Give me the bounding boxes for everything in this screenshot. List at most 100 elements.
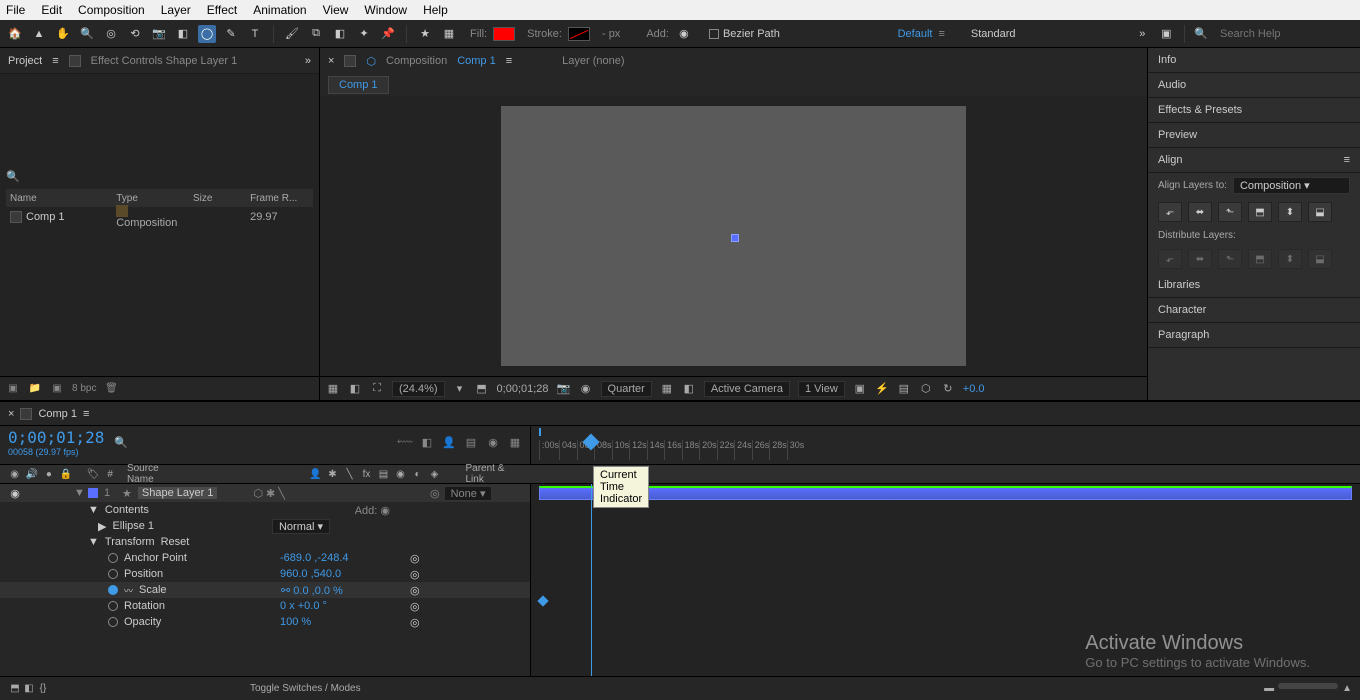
position-property[interactable]: Position 960.0 ,540.0 ◎ <box>0 566 530 582</box>
current-time-indicator[interactable] <box>591 484 592 676</box>
rotation-tool-icon[interactable]: ⟲ <box>126 25 144 43</box>
graph-icon[interactable]: 〰 <box>124 584 133 597</box>
menu-view[interactable]: View <box>323 3 349 17</box>
work-area-bar[interactable] <box>539 428 541 436</box>
toggle-switches-icon[interactable]: ⬒ <box>8 682 22 696</box>
align-top-icon[interactable]: ⬒ <box>1248 202 1272 222</box>
stopwatch-icon[interactable] <box>108 569 118 579</box>
zoom-tool-icon[interactable]: 🔍 <box>78 25 96 43</box>
expand-icon[interactable]: ◧ <box>22 682 36 696</box>
workspace-standard[interactable]: Standard <box>971 28 1016 40</box>
stroke-width[interactable]: - px <box>602 28 620 40</box>
search-help-input[interactable] <box>1214 26 1354 42</box>
new-comp-icon[interactable]: ▣ <box>50 382 64 396</box>
align-panel-header[interactable]: Align≡ <box>1148 148 1360 173</box>
3d-view-icon[interactable]: ◧ <box>682 382 696 396</box>
3d-switch-icon[interactable]: ◈ <box>427 467 441 481</box>
speaker-column-icon[interactable]: 🔊 <box>25 467 38 481</box>
layer-row[interactable]: ◉ ▼ 1 ★ Shape Layer 1 ⬡✱╲ ◎ None ▾ <box>0 484 530 502</box>
bezier-checkbox[interactable]: Bezier Path <box>709 28 780 40</box>
keyframe-diamond[interactable] <box>537 595 548 606</box>
eye-icon[interactable]: ◉ <box>8 486 22 500</box>
interpret-footage-icon[interactable]: ▣ <box>6 382 20 396</box>
parent-column[interactable]: Parent & Link <box>465 463 522 485</box>
camera-tool-icon[interactable]: 📷 <box>150 25 168 43</box>
fx-switch-icon[interactable]: fx <box>359 467 373 481</box>
bpc-label[interactable]: 8 bpc <box>72 383 96 394</box>
scale-property[interactable]: ◀◆▶ 〰 Scale ⚯ 0.0 ,0.0 % ◎ <box>0 582 530 598</box>
pickwhip-icon[interactable]: ◎ <box>430 487 440 500</box>
clone-stamp-tool-icon[interactable]: ⧉ <box>307 25 325 43</box>
layer-name[interactable]: Shape Layer 1 <box>138 487 218 499</box>
snapshot-icon[interactable]: 📷 <box>557 382 571 396</box>
transparency-grid-icon[interactable]: ▦ <box>660 382 674 396</box>
expression-pickwhip-icon[interactable]: ◎ <box>410 568 420 581</box>
composition-tab-name[interactable]: Comp 1 <box>457 55 496 67</box>
lock-column-icon[interactable]: 🔒 <box>60 467 73 481</box>
camera-dropdown[interactable]: Active Camera <box>704 381 790 397</box>
panel-menu-icon[interactable]: ≡ <box>83 408 89 420</box>
trash-icon[interactable]: 🗑 <box>104 382 118 396</box>
menu-composition[interactable]: Composition <box>78 3 145 17</box>
comp-breadcrumb[interactable]: Comp 1 <box>328 76 389 94</box>
shape-tool-icon[interactable]: ◯ <box>198 25 216 43</box>
menu-edit[interactable]: Edit <box>41 3 62 17</box>
quality-switch-icon[interactable]: ╲ <box>342 467 356 481</box>
solo-column-icon[interactable]: ● <box>42 467 55 481</box>
motion-blur-icon[interactable]: ◉ <box>486 436 500 450</box>
timeline-ruler[interactable]: :00s 04s 06s 08s 10s 12s 14s 16s 18s 20s… <box>530 426 531 464</box>
col-type[interactable]: Type <box>116 193 185 204</box>
audio-panel[interactable]: Audio <box>1148 73 1360 98</box>
parent-dropdown[interactable]: None ▾ <box>444 486 493 501</box>
stopwatch-icon[interactable] <box>108 553 118 563</box>
toggle-mask-icon[interactable]: ◧ <box>348 382 362 396</box>
panel-menu-icon[interactable]: ≡ <box>1344 154 1350 166</box>
col-name[interactable]: Name <box>10 193 108 204</box>
view-layout-dropdown[interactable]: 1 View <box>798 381 845 397</box>
preview-panel[interactable]: Preview <box>1148 123 1360 148</box>
stopwatch-icon[interactable] <box>108 617 118 627</box>
libraries-panel[interactable]: Libraries <box>1148 273 1360 298</box>
twirl-down-icon[interactable]: ▼ <box>74 487 82 499</box>
toggle-switches-modes[interactable]: Toggle Switches / Modes <box>250 683 361 694</box>
menu-effect[interactable]: Effect <box>207 3 237 17</box>
expression-pickwhip-icon[interactable]: ◎ <box>410 600 420 613</box>
collapse-switch-icon[interactable]: ✱ <box>325 467 339 481</box>
opacity-property[interactable]: Opacity 100 % ◎ <box>0 614 530 630</box>
fast-preview-icon[interactable]: ⬒ <box>475 382 489 396</box>
panel-menu-icon[interactable]: ≡ <box>506 55 512 67</box>
composition-canvas[interactable] <box>501 106 966 366</box>
workspace-default[interactable]: Default <box>898 28 933 40</box>
zoom-level[interactable]: (24.4%) <box>392 381 445 397</box>
adjustment-switch-icon[interactable]: ◐ <box>410 467 424 481</box>
grid-overlay-icon[interactable]: ▦ <box>326 382 340 396</box>
panel-overflow-icon[interactable]: » <box>305 55 311 67</box>
contents-group[interactable]: ▼ Contents Add: ◉ <box>0 502 530 518</box>
resolution-dropdown[interactable]: Quarter <box>601 381 652 397</box>
frame-blend-icon[interactable]: ▤ <box>464 436 478 450</box>
expression-pickwhip-icon[interactable]: ◎ <box>410 552 420 565</box>
zoom-in-icon[interactable]: ▲ <box>1342 683 1352 694</box>
panel-toggle-icon[interactable]: ▣ <box>1157 25 1175 43</box>
anchor-point-property[interactable]: Anchor Point -689.0 ,-248.4 ◎ <box>0 550 530 566</box>
align-right-icon[interactable]: ⬑ <box>1218 202 1242 222</box>
comp-mini-flowchart-icon[interactable]: ⬳ <box>398 436 412 450</box>
menu-layer[interactable]: Layer <box>161 3 191 17</box>
flowchart-icon[interactable]: ⬡ <box>366 55 376 68</box>
menu-animation[interactable]: Animation <box>253 3 306 17</box>
ellipse-group[interactable]: ▶ Ellipse 1 Normal ▾ <box>0 518 530 534</box>
overflow-icon[interactable]: » <box>1133 25 1151 43</box>
shy-switch-icon[interactable]: 👤 <box>308 467 322 481</box>
add-shape-icon[interactable]: ◉ <box>380 505 390 517</box>
source-name-column[interactable]: Source Name <box>127 463 185 485</box>
resolution-icon[interactable]: ▾ <box>453 382 467 396</box>
roto-brush-tool-icon[interactable]: ✦ <box>355 25 373 43</box>
motion-blur-switch-icon[interactable]: ◉ <box>393 467 407 481</box>
timeline-icon[interactable]: ▤ <box>897 382 911 396</box>
label-column-icon[interactable]: 🏷 <box>87 469 100 480</box>
timeline-tab[interactable]: Comp 1 <box>38 408 77 420</box>
blend-mode-dropdown[interactable]: Normal ▾ <box>272 519 330 534</box>
close-tab-icon[interactable]: × <box>328 55 334 67</box>
reset-link[interactable]: Reset <box>161 536 190 548</box>
workspace-menu-icon[interactable]: ≡ <box>938 28 944 40</box>
